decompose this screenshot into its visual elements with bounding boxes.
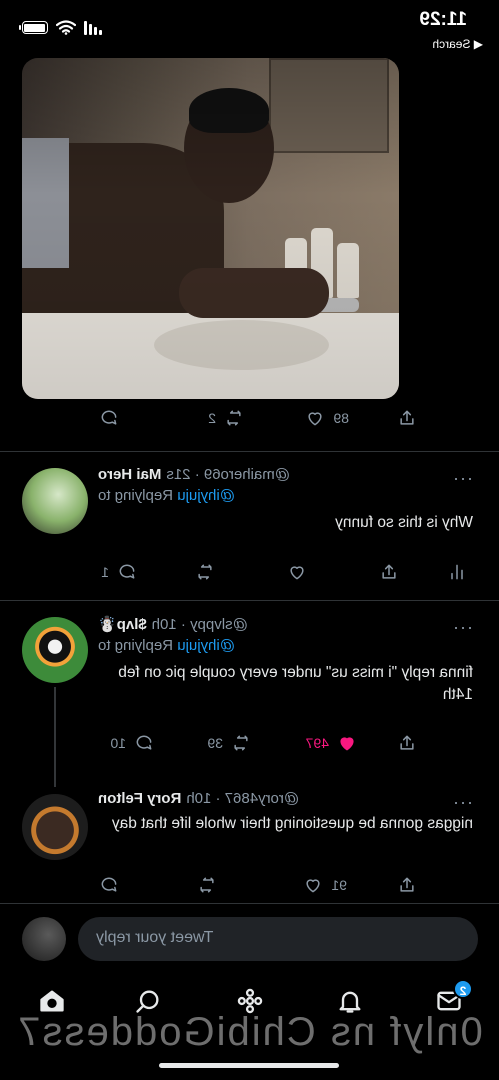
app-root: 11:29 ◀ Search 2 89 ··· @maihero69 · 21s… bbox=[0, 0, 499, 1080]
divider bbox=[0, 600, 499, 601]
like-count: 89 bbox=[333, 410, 349, 426]
share-button[interactable] bbox=[379, 562, 399, 582]
retweet-button[interactable]: 2 bbox=[208, 408, 244, 428]
avatar[interactable] bbox=[22, 468, 88, 534]
analytics-icon bbox=[451, 564, 463, 580]
retweet-count: 2 bbox=[208, 410, 216, 426]
share-icon bbox=[400, 877, 414, 892]
reply-icon bbox=[136, 735, 152, 750]
messages-badge: 2 bbox=[453, 979, 473, 999]
retweet-icon bbox=[227, 410, 241, 426]
reply-actions: 10 39 497 bbox=[0, 733, 499, 763]
tweet-text: Why is this so funny bbox=[335, 514, 473, 531]
reply-composer: Tweet your reply bbox=[0, 903, 499, 965]
share-icon bbox=[382, 564, 396, 579]
retweet-icon bbox=[198, 564, 212, 580]
heart-filled-icon bbox=[340, 737, 354, 751]
reply-icon bbox=[119, 564, 135, 579]
more-options-icon[interactable]: ··· bbox=[452, 617, 473, 638]
retweet-button[interactable] bbox=[195, 562, 215, 582]
handle: @maihero69 · 21s bbox=[166, 466, 290, 483]
replying-to: @ihyjuju Replying to bbox=[98, 487, 235, 504]
like-button[interactable]: 497 bbox=[306, 733, 357, 753]
my-avatar[interactable] bbox=[22, 917, 66, 961]
like-button[interactable]: 89 bbox=[305, 408, 349, 428]
retweet-button[interactable] bbox=[197, 875, 217, 895]
retweet-count: 39 bbox=[207, 735, 223, 751]
reply-header: @rory4867 · 10h Rory Felton bbox=[98, 790, 473, 807]
battery-icon bbox=[22, 21, 48, 34]
tweet-media-photo[interactable] bbox=[22, 58, 399, 399]
more-options-icon[interactable]: ··· bbox=[452, 468, 473, 489]
reply-input[interactable]: Tweet your reply bbox=[78, 917, 478, 961]
replying-to: @ihyjuju Replying to bbox=[98, 637, 235, 654]
reply-button[interactable] bbox=[99, 875, 119, 895]
reply-header: @maihero69 · 21s Mai Hero bbox=[98, 466, 473, 483]
like-count: 91 bbox=[331, 877, 347, 893]
share-button[interactable] bbox=[397, 733, 417, 753]
like-button[interactable] bbox=[287, 562, 307, 582]
status-bar: 11:29 ◀ Search bbox=[0, 0, 499, 58]
display-name[interactable]: Rory Felton bbox=[98, 790, 181, 807]
tweet-text: niggas gonna be questioning their whole … bbox=[111, 815, 473, 832]
reply-icon bbox=[101, 877, 117, 892]
share-button[interactable] bbox=[397, 875, 417, 895]
reply-count: 10 bbox=[110, 735, 126, 751]
avatar[interactable] bbox=[22, 617, 88, 683]
reply-actions: 91 bbox=[0, 875, 499, 905]
reply-button[interactable]: 10 bbox=[110, 733, 154, 753]
reply-content: ··· @rory4867 · 10h Rory Felton niggas g… bbox=[98, 790, 473, 835]
reply-content: ··· @maihero69 · 21s Mai Hero @ihyjuju R… bbox=[98, 466, 473, 534]
reply-content: ··· @slvppy · 10h $lᴧp☃️ @ihyjuju Replyi… bbox=[98, 615, 473, 706]
reply-count: 1 bbox=[101, 564, 109, 580]
reply-header: @slvppy · 10h $lᴧp☃️ bbox=[98, 615, 473, 634]
replying-to-handle[interactable]: @ihyjuju bbox=[177, 637, 235, 654]
like-count: 497 bbox=[305, 735, 329, 751]
display-name[interactable]: $lᴧp☃️ bbox=[98, 615, 147, 633]
handle: @slvppy · 10h bbox=[151, 615, 248, 633]
reply-icon bbox=[101, 410, 117, 425]
wifi-icon bbox=[56, 20, 76, 35]
share-button[interactable] bbox=[397, 408, 417, 428]
retweet-icon bbox=[234, 735, 248, 751]
handle: @rory4867 · 10h bbox=[186, 790, 300, 807]
like-button[interactable]: 91 bbox=[303, 875, 347, 895]
retweet-icon bbox=[200, 877, 214, 893]
home-indicator[interactable] bbox=[159, 1063, 339, 1068]
more-options-icon[interactable]: ··· bbox=[452, 792, 473, 813]
clock: 11:29 bbox=[419, 9, 467, 30]
reply-actions: 1 bbox=[0, 562, 499, 592]
signal-icon bbox=[84, 20, 102, 35]
avatar[interactable] bbox=[22, 794, 88, 860]
replying-to-handle[interactable]: @ihyjuju bbox=[177, 487, 235, 504]
tweet-text: finna reply "i miss us" under every coup… bbox=[118, 664, 473, 703]
back-to-search-link[interactable]: ◀ Search bbox=[432, 37, 483, 51]
tweet-actions: 2 89 bbox=[0, 408, 499, 438]
share-icon bbox=[400, 410, 414, 425]
views-button[interactable] bbox=[447, 562, 467, 582]
status-indicators bbox=[22, 20, 102, 35]
retweet-button[interactable]: 39 bbox=[207, 733, 251, 753]
heart-icon bbox=[308, 412, 323, 426]
watermark-text: 0nlyf ns ChibiGoddess7 bbox=[16, 1010, 483, 1054]
heart-icon bbox=[290, 566, 304, 580]
reply-button[interactable] bbox=[99, 408, 119, 428]
heart-icon bbox=[306, 879, 321, 893]
share-icon bbox=[400, 735, 414, 750]
reply-button[interactable]: 1 bbox=[101, 562, 137, 582]
divider bbox=[0, 451, 499, 452]
display-name[interactable]: Mai Hero bbox=[98, 466, 161, 483]
